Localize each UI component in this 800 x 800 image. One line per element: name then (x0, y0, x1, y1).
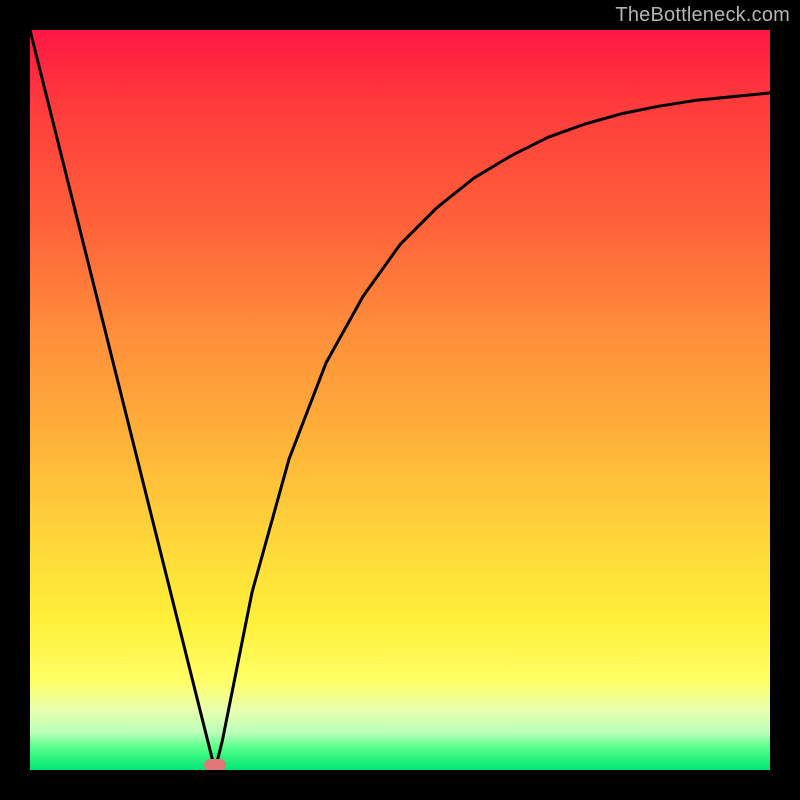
bottleneck-curve (30, 30, 770, 770)
optimum-marker (204, 759, 226, 770)
chart-frame: TheBottleneck.com (0, 0, 800, 800)
plot-area (30, 30, 770, 770)
watermark-text: TheBottleneck.com (615, 4, 790, 27)
